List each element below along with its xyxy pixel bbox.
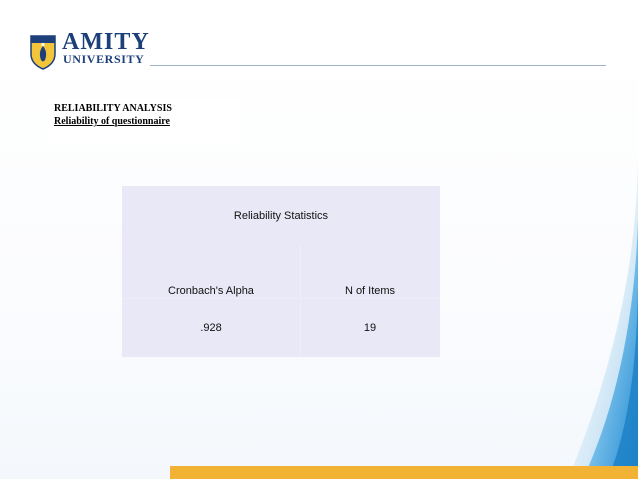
- row-divider: [122, 298, 440, 299]
- cell-n-of-items-value: 19: [363, 322, 377, 334]
- cell-cronbach-alpha-value: .928: [200, 322, 222, 334]
- column-header-n-of-items: N of Items: [344, 285, 396, 297]
- reliability-statistics-table: Reliability Statistics Cronbach's Alpha …: [122, 186, 440, 357]
- column-divider: [300, 244, 301, 357]
- logo-wordmark: AMITY: [62, 29, 150, 55]
- slide-title-box: RELIABILITY ANALYSIS Reliability of ques…: [48, 99, 239, 143]
- bottom-accent-bar: [170, 466, 638, 479]
- table-title: Reliability Statistics: [233, 210, 329, 222]
- amity-logo: AMITY UNIVERSITY: [28, 29, 150, 70]
- header-divider: [150, 65, 606, 66]
- slide-subtitle: Reliability of questionnaire: [54, 116, 170, 127]
- slide-title: RELIABILITY ANALYSIS: [54, 103, 172, 114]
- slide-header: AMITY UNIVERSITY: [0, 0, 638, 80]
- decorative-blue-curve: [548, 150, 638, 479]
- logo-subtitle: UNIVERSITY: [63, 52, 145, 66]
- column-header-cronbach-alpha: Cronbach's Alpha: [168, 285, 254, 297]
- university-crest-icon: [30, 35, 56, 70]
